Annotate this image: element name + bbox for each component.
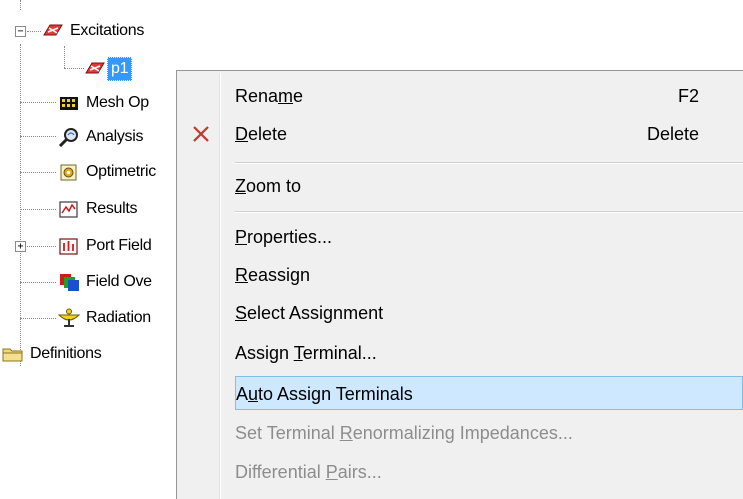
- optimetrics-icon: [58, 162, 80, 182]
- menu-separator: [235, 162, 743, 164]
- menu-item-auto-assign-terminals[interactable]: Auto Assign Terminals: [235, 376, 743, 410]
- menu-item-label: Reassign: [235, 265, 311, 285]
- tree-item-port-field[interactable]: Port Field: [58, 232, 152, 260]
- tree-connector: [20, 209, 56, 210]
- tree-item-label: Excitations: [70, 22, 145, 39]
- tree-item-label: Port Field: [86, 237, 152, 254]
- tree-connector: [20, 136, 56, 137]
- menu-item-shortcut: F2: [677, 86, 699, 106]
- tree-connector: [20, 172, 56, 173]
- menu-item-zoom-to[interactable]: Zoom to: [179, 169, 743, 203]
- menu-separator: [235, 211, 743, 213]
- menu-item-label: Differential Pairs...: [235, 462, 382, 482]
- menu-item-label: Zoom to: [235, 176, 302, 196]
- tree-item-label: Definitions: [30, 345, 102, 362]
- mesh-operations-icon: [58, 93, 80, 113]
- port-field-icon: [58, 236, 80, 256]
- tree-item-mesh-operations[interactable]: Mesh Op: [58, 89, 149, 117]
- tree-item-label: Field Ove: [86, 273, 152, 290]
- menu-item-shortcut: Delete: [646, 124, 699, 144]
- tree-connector: [64, 68, 84, 69]
- tree-item-label: Results: [86, 200, 138, 217]
- menu-item-label: Rename: [235, 86, 304, 106]
- expand-toggle[interactable]: +: [15, 241, 26, 252]
- tree-item-label: Analysis: [86, 128, 144, 145]
- delete-x-icon: [193, 126, 209, 142]
- tree-connector: [20, 0, 21, 10]
- project-tree: − Excitations p1 Mesh Op Analysis Optime…: [0, 0, 200, 499]
- tree-item-definitions[interactable]: Definitions: [2, 340, 102, 368]
- tree-item-excitations[interactable]: Excitations: [42, 17, 144, 45]
- menu-item-rename[interactable]: Rename F2: [179, 79, 743, 113]
- tree-item-field-overlays[interactable]: Field Ove: [58, 268, 152, 296]
- collapse-toggle[interactable]: −: [15, 26, 26, 37]
- menu-item-delete[interactable]: Delete Delete: [179, 117, 743, 151]
- menu-item-reassign[interactable]: Reassign: [179, 258, 743, 292]
- menu-item-differential-pairs: Differential Pairs...: [179, 455, 743, 489]
- tree-connector: [27, 31, 41, 32]
- screen: − Excitations p1 Mesh Op Analysis Optime…: [0, 0, 743, 499]
- tree-item-radiation[interactable]: Radiation: [57, 304, 151, 332]
- menu-item-label: Select Assignment: [235, 303, 384, 323]
- tree-item-optimetrics[interactable]: Optimetric: [58, 158, 156, 186]
- menu-item-label: Properties...: [235, 227, 333, 247]
- tree-item-label: Optimetric: [86, 163, 156, 180]
- tree-connector: [20, 318, 56, 319]
- folder-icon: [2, 344, 24, 364]
- results-icon: [58, 199, 80, 219]
- context-menu: Rename F2 Delete Delete Zoom to Properti…: [176, 70, 743, 499]
- port-icon: [84, 59, 106, 79]
- menu-item-select-assignment[interactable]: Select Assignment: [179, 296, 743, 330]
- tree-connector: [20, 282, 56, 283]
- tree-item-label: Mesh Op: [86, 94, 149, 111]
- tree-item-results[interactable]: Results: [58, 195, 138, 223]
- excitations-icon: [42, 21, 64, 41]
- menu-item-label: Assign Terminal...: [235, 343, 377, 363]
- menu-item-set-terminal-renormalizing-impedances: Set Terminal Renormalizing Impedances...: [179, 416, 743, 450]
- analysis-icon: [58, 127, 80, 148]
- tree-item-label: Radiation: [86, 309, 151, 326]
- menu-item-label: Auto Assign Terminals: [236, 384, 413, 404]
- field-overlays-icon: [58, 272, 80, 292]
- menu-item-label: Delete: [235, 124, 288, 144]
- radiation-icon: [57, 308, 81, 328]
- tree-item-p1[interactable]: p1: [84, 55, 133, 83]
- tree-item-analysis[interactable]: Analysis: [58, 123, 143, 151]
- menu-item-label: Set Terminal Renormalizing Impedances...: [235, 423, 573, 443]
- tree-connector: [27, 246, 56, 247]
- menu-item-properties[interactable]: Properties...: [179, 220, 743, 254]
- menu-item-assign-terminal[interactable]: Assign Terminal...: [179, 336, 743, 370]
- tree-connector: [20, 102, 56, 103]
- tree-item-label: p1: [107, 57, 133, 81]
- tree-connector: [64, 46, 65, 68]
